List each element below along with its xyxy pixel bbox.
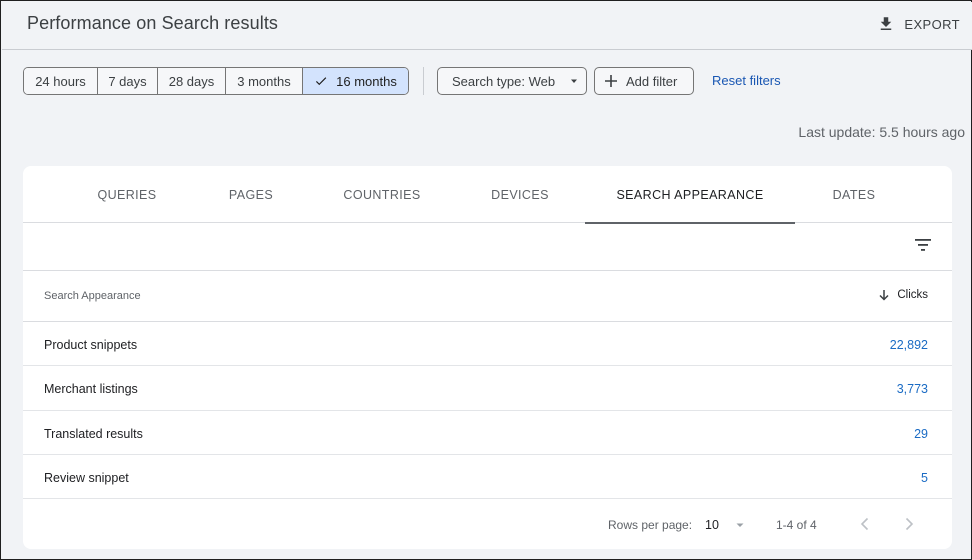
caret-down-icon (736, 523, 744, 527)
range-7-days[interactable]: 7 days (98, 68, 158, 94)
reset-filters-link[interactable]: Reset filters (712, 73, 781, 88)
tab-dates[interactable]: DATES (804, 166, 904, 223)
add-filter-button[interactable]: Add filter (594, 67, 694, 95)
rows-per-page-value: 10 (705, 518, 719, 532)
tab-devices[interactable]: DEVICES (470, 166, 570, 223)
range-label: 28 days (168, 73, 215, 89)
row-clicks[interactable]: 29 (914, 427, 928, 441)
range-label: 7 days (108, 73, 147, 89)
tab-countries[interactable]: COUNTRIES (327, 166, 437, 223)
page-title: Performance on Search results (27, 13, 279, 33)
tab-label: SEARCH APPEARANCE (616, 187, 764, 202)
search-type-dropdown[interactable]: Search type: Web (437, 67, 587, 95)
check-icon (316, 77, 327, 86)
tab-label: DEVICES (491, 187, 549, 202)
filter-list-icon[interactable] (914, 236, 932, 254)
range-label: 16 months (336, 73, 397, 89)
table-toolbar (23, 223, 952, 271)
tab-search-appearance[interactable]: SEARCH APPEARANCE (585, 166, 795, 224)
last-update-text: Last update: 5.5 hours ago (798, 124, 965, 140)
row-name: Review snippet (44, 470, 129, 485)
table-row[interactable]: Translated results 29 (23, 411, 952, 455)
row-name: Product snippets (44, 338, 138, 352)
pagination-range: 1-4 of 4 (776, 518, 817, 532)
app-frame: Performance on Search results EXPORT 24 … (0, 0, 972, 560)
chevron-right-icon[interactable] (901, 515, 917, 533)
tab-label: QUERIES (97, 187, 157, 202)
tab-queries[interactable]: QUERIES (77, 166, 177, 223)
table-body: Product snippets 22,892 Merchant listing… (23, 322, 952, 499)
row-clicks[interactable]: 5 (921, 471, 928, 485)
row-clicks[interactable]: 3,773 (897, 382, 928, 396)
column-header-clicks[interactable]: Clicks (878, 289, 928, 301)
table-row[interactable]: Product snippets 22,892 (23, 322, 952, 367)
table-header: Search Appearance Clicks (23, 271, 952, 322)
row-clicks[interactable]: 22,892 (890, 338, 928, 352)
column-header-search-appearance[interactable]: Search Appearance (44, 290, 141, 302)
chevron-left-icon[interactable] (857, 515, 873, 533)
tab-label: PAGES (228, 187, 274, 202)
range-3-months[interactable]: 3 months (226, 68, 303, 94)
export-button[interactable]: EXPORT (877, 12, 960, 36)
export-label: EXPORT (904, 16, 960, 32)
date-range-selector: 24 hours 7 days 28 days 3 months 16 mont… (23, 67, 409, 95)
range-28-days[interactable]: 28 days (158, 68, 226, 94)
range-24-hours[interactable]: 24 hours (24, 68, 98, 94)
page-header: Performance on Search results EXPORT (2, 2, 972, 50)
results-card: QUERIES PAGES COUNTRIES DEVICES SEARCH A… (23, 166, 952, 549)
rows-per-page-select[interactable]: 10 (705, 514, 745, 536)
tab-pages[interactable]: PAGES (201, 166, 301, 223)
search-type-label: Search type: Web (452, 73, 556, 89)
table-row[interactable]: Review snippet 5 (23, 455, 952, 499)
tab-label: DATES (832, 187, 876, 202)
plus-icon (605, 75, 617, 87)
arrow-down-icon (879, 290, 889, 301)
download-icon (881, 17, 892, 30)
rows-per-page-label: Rows per page: (608, 518, 693, 532)
range-label: 24 hours (35, 73, 86, 89)
row-name: Merchant listings (44, 382, 138, 397)
row-name: Translated results (44, 426, 143, 441)
dimension-tabs: QUERIES PAGES COUNTRIES DEVICES SEARCH A… (23, 166, 952, 224)
pagination-bar: Rows per page: 10 1-4 of 4 (23, 501, 952, 549)
range-label: 3 months (237, 73, 291, 89)
toolbar-divider (423, 67, 424, 95)
table-row[interactable]: Merchant listings 3,773 (23, 366, 952, 411)
add-filter-label: Add filter (626, 73, 678, 89)
caret-down-icon (571, 79, 578, 83)
clicks-header-label: Clicks (897, 289, 928, 301)
range-16-months[interactable]: 16 months (303, 68, 408, 94)
tab-label: COUNTRIES (343, 187, 421, 202)
